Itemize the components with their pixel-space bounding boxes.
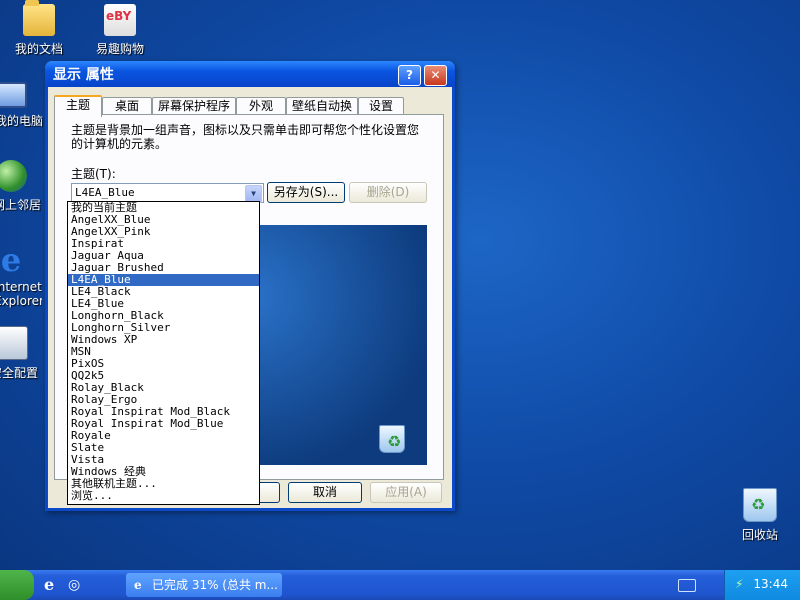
- theme-option[interactable]: Royale: [68, 430, 259, 442]
- tab-theme[interactable]: 主题: [54, 95, 102, 117]
- dialog-title: 显示 属性: [53, 67, 114, 83]
- theme-option[interactable]: Slate: [68, 442, 259, 454]
- desktop-icon-label: 我的文档: [14, 42, 63, 56]
- keyboard-icon[interactable]: [678, 579, 696, 592]
- theme-label: 主题(T):: [71, 167, 116, 181]
- theme-option[interactable]: 我的当前主题: [68, 202, 259, 214]
- desktop-icon-recycle-bin[interactable]: 回收站: [722, 488, 798, 543]
- taskbar-download-label: 已完成 31% (总共 m...: [152, 578, 278, 592]
- theme-description: 主题是背景加一组声音，图标以及只需单击即可帮您个性化设置您的计算机的元素。: [71, 123, 420, 151]
- tab-wallpaper-changer[interactable]: 壁纸自动换: [286, 97, 358, 115]
- desktop-icon-security-config[interactable]: 安全配置: [0, 326, 44, 381]
- theme-option[interactable]: PixOS: [68, 358, 259, 370]
- internet-explorer-icon: e: [0, 241, 22, 279]
- theme-option[interactable]: L4EA_Blue: [68, 274, 259, 286]
- tab-screensaver[interactable]: 屏幕保护程序: [152, 97, 236, 115]
- start-button[interactable]: [0, 570, 34, 600]
- theme-option[interactable]: QQ2k5: [68, 370, 259, 382]
- desktop-icon-my-documents[interactable]: 我的文档: [1, 0, 77, 57]
- theme-option[interactable]: AngelXX_Pink: [68, 226, 259, 238]
- desktop-icon-label: 回收站: [741, 528, 778, 542]
- desktop-icon-label: Internet Explorer: [0, 280, 42, 308]
- desktop-icon-shopping[interactable]: 易趣购物: [82, 4, 158, 57]
- close-button[interactable]: ✕: [424, 65, 447, 86]
- theme-option[interactable]: Rolay_Black: [68, 382, 259, 394]
- tab-settings[interactable]: 设置: [358, 97, 404, 115]
- theme-option[interactable]: 浏览...: [68, 490, 259, 502]
- theme-option[interactable]: Longhorn_Black: [68, 310, 259, 322]
- desktop-icon-label: 网上邻居: [0, 198, 41, 212]
- theme-option[interactable]: Windows 经典: [68, 466, 259, 478]
- theme-option[interactable]: Inspirat: [68, 238, 259, 250]
- quick-launch-ie-icon[interactable]: e: [44, 576, 62, 594]
- desktop-icon-label: 我的电脑: [0, 114, 43, 128]
- folder-icon: [23, 0, 55, 36]
- computer-icon: [0, 82, 27, 108]
- taskbar-download-item[interactable]: e 已完成 31% (总共 m...: [126, 573, 282, 597]
- security-config-icon: [0, 326, 28, 360]
- tab-appearance[interactable]: 外观: [236, 97, 286, 115]
- recycle-bin-icon: [743, 488, 777, 522]
- save-as-button[interactable]: 另存为(S)...: [267, 182, 345, 203]
- recycle-bin-icon: [379, 425, 405, 453]
- theme-option[interactable]: Windows XP: [68, 334, 259, 346]
- taskbar: e ◎ e 已完成 31% (总共 m... ⚡ 13:44: [0, 570, 800, 600]
- tab-desktop[interactable]: 桌面: [102, 97, 152, 115]
- theme-option[interactable]: LE4_Blue: [68, 298, 259, 310]
- theme-option[interactable]: Vista: [68, 454, 259, 466]
- theme-option[interactable]: 其他联机主题...: [68, 478, 259, 490]
- network-status-icon[interactable]: ⚡: [735, 577, 749, 591]
- desktop-icon-label: 安全配置: [0, 366, 38, 380]
- theme-dropdown-list[interactable]: 我的当前主题 AngelXX_Blue AngelXX_Pink Inspirat Ja…: [67, 201, 260, 505]
- quick-launch-explorer-icon[interactable]: ◎: [68, 576, 86, 594]
- network-icon: [0, 160, 27, 192]
- system-tray: ⚡ 13:44: [724, 570, 800, 600]
- desktop-icon-internet-explorer[interactable]: e Internet Explorer: [0, 244, 44, 308]
- theme-option[interactable]: LE4_Black: [68, 286, 259, 298]
- theme-option[interactable]: Rolay_Ergo: [68, 394, 259, 406]
- theme-option[interactable]: Longhorn_Silver: [68, 322, 259, 334]
- theme-option[interactable]: Jaguar Brushed: [68, 262, 259, 274]
- theme-option[interactable]: Royal Inspirat Mod_Blue: [68, 418, 259, 430]
- theme-option[interactable]: Royal Inspirat Mod_Black: [68, 406, 259, 418]
- theme-select-value: L4EA_Blue: [75, 186, 135, 199]
- theme-option[interactable]: AngelXX_Blue: [68, 214, 259, 226]
- cancel-button[interactable]: 取消: [288, 482, 362, 503]
- theme-option[interactable]: Jaguar Aqua: [68, 250, 259, 262]
- clock: 13:44: [753, 577, 788, 591]
- apply-button[interactable]: 应用(A): [370, 482, 442, 503]
- help-button[interactable]: ?: [398, 65, 421, 86]
- dialog-titlebar[interactable]: 显示 属性 ? ✕: [45, 61, 455, 87]
- theme-option[interactable]: MSN: [68, 346, 259, 358]
- delete-button[interactable]: 删除(D): [349, 182, 427, 203]
- tab-strip: 主题 桌面 屏幕保护程序 外观 壁纸自动换 设置: [54, 95, 446, 117]
- desktop-icon-my-computer[interactable]: 我的电脑: [0, 82, 44, 129]
- ie-icon: e: [134, 578, 142, 592]
- shopping-icon: [104, 4, 136, 36]
- desktop-icon-network[interactable]: 网上邻居: [0, 160, 44, 213]
- theme-select[interactable]: L4EA_Blue ▼: [71, 183, 264, 203]
- desktop-icon-label: 易趣购物: [95, 42, 144, 56]
